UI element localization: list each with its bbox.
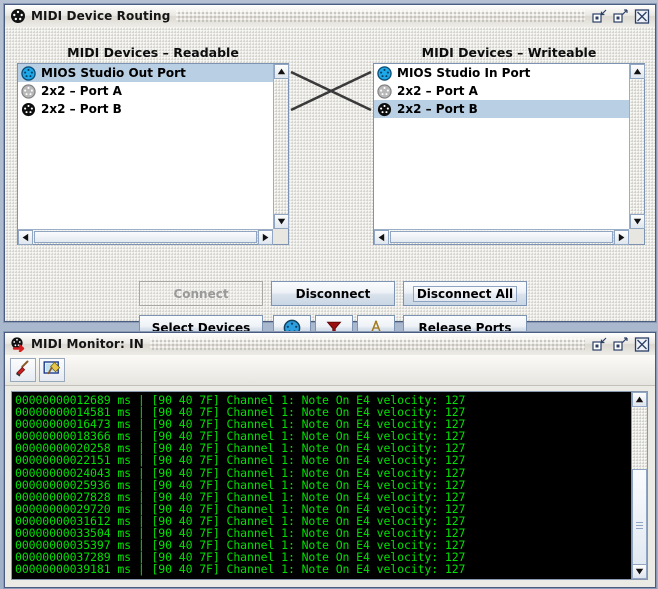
midi-din-black-icon bbox=[377, 102, 392, 117]
midi-din-blue-icon bbox=[377, 65, 392, 81]
midi-log-console[interactable]: 00000000012689 ms | [90 40 7F] Channel 1… bbox=[11, 391, 648, 580]
desktop-background: MIDI Device Routing MIDI Devices – Reada… bbox=[0, 0, 658, 589]
list-item[interactable]: MIOS Studio In Port bbox=[374, 64, 629, 82]
list-item[interactable]: MIOS Studio Out Port bbox=[18, 64, 273, 82]
connect-button: Connect bbox=[139, 281, 263, 306]
scroll-down-button[interactable] bbox=[274, 214, 289, 229]
midi-in-arrow-icon bbox=[10, 336, 26, 353]
scroll-track[interactable] bbox=[389, 230, 614, 244]
list-item-label: 2x2 – Port A bbox=[41, 84, 122, 98]
log-line: 00000000039181 ms | [90 40 7F] Channel 1… bbox=[15, 562, 466, 577]
scroll-track[interactable] bbox=[274, 79, 288, 214]
scrollbar-corner bbox=[273, 229, 288, 244]
monitor-titlebar[interactable]: MIDI Monitor: IN bbox=[5, 333, 655, 356]
scroll-left-button[interactable] bbox=[18, 230, 33, 245]
log-line: 00000000024043 ms | [90 40 7F] Channel 1… bbox=[15, 465, 466, 480]
routing-titlebar[interactable]: MIDI Device Routing bbox=[5, 5, 655, 28]
scroll-down-button[interactable] bbox=[632, 564, 647, 579]
monitor-body: 00000000012689 ms | [90 40 7F] Channel 1… bbox=[5, 355, 655, 587]
readable-list-items[interactable]: MIOS Studio Out Port 2x2 – Port A 2x2 – … bbox=[18, 64, 273, 229]
scroll-right-button[interactable] bbox=[258, 230, 273, 245]
list-item-label: 2x2 – Port A bbox=[397, 84, 478, 98]
midi-log-lines: 00000000012689 ms | [90 40 7F] Channel 1… bbox=[12, 392, 631, 579]
writeable-heading: MIDI Devices – Writeable bbox=[421, 45, 597, 60]
writeable-list-items[interactable]: MIOS Studio In Port 2x2 – Port A 2x2 – P… bbox=[374, 64, 629, 229]
list-item-label: 2x2 – Port B bbox=[397, 102, 478, 116]
monitor-toolbar bbox=[5, 355, 655, 386]
list-item-label: MIOS Studio Out Port bbox=[41, 66, 186, 80]
list-item-label: MIOS Studio In Port bbox=[397, 66, 531, 80]
midi-din-blue-icon bbox=[21, 65, 36, 81]
routing-body: MIDI Devices – Readable MIDI Devices – W… bbox=[5, 27, 655, 340]
list-item[interactable]: 2x2 – Port B bbox=[18, 100, 273, 118]
midi-device-routing-window: MIDI Device Routing MIDI Devices – Reada… bbox=[4, 4, 656, 340]
midi-din-gray-icon bbox=[21, 83, 36, 99]
scroll-up-button[interactable] bbox=[630, 64, 645, 79]
close-button[interactable] bbox=[633, 336, 650, 352]
list-item[interactable]: 2x2 – Port A bbox=[18, 82, 273, 100]
disconnect-all-button[interactable]: Disconnect All bbox=[403, 281, 527, 306]
monitor-title: MIDI Monitor: IN bbox=[31, 337, 144, 351]
maximize-button[interactable] bbox=[612, 9, 629, 24]
scroll-track[interactable] bbox=[630, 79, 644, 214]
scroll-thumb[interactable] bbox=[632, 469, 647, 577]
log-line: 00000000022151 ms | [90 40 7F] Channel 1… bbox=[15, 453, 466, 468]
disconnect-button[interactable]: Disconnect bbox=[271, 281, 395, 306]
writeable-device-list[interactable]: MIOS Studio In Port 2x2 – Port A 2x2 – P… bbox=[373, 63, 645, 245]
scroll-thumb[interactable] bbox=[390, 231, 613, 243]
scroll-thumb-grip bbox=[636, 520, 643, 531]
writeable-horizontal-scrollbar[interactable] bbox=[374, 229, 629, 245]
readable-vertical-scrollbar[interactable] bbox=[273, 64, 289, 229]
midi-din-icon bbox=[10, 8, 26, 24]
titlebar-texture bbox=[176, 10, 585, 22]
list-item[interactable]: 2x2 – Port A bbox=[374, 82, 629, 100]
restore-down-button[interactable] bbox=[591, 9, 608, 24]
readable-horizontal-scrollbar[interactable] bbox=[18, 229, 273, 245]
scroll-up-button[interactable] bbox=[274, 64, 289, 79]
scroll-right-button[interactable] bbox=[614, 230, 629, 245]
midi-monitor-window: MIDI Monitor: IN 00000000012689 ms | [90… bbox=[4, 332, 656, 588]
clear-window-icon bbox=[43, 359, 61, 381]
readable-heading: MIDI Devices – Readable bbox=[67, 45, 239, 60]
close-button[interactable] bbox=[633, 8, 650, 24]
scroll-up-button[interactable] bbox=[632, 392, 647, 407]
midi-din-black-icon bbox=[21, 102, 36, 117]
list-item-label: 2x2 – Port B bbox=[41, 102, 122, 116]
routing-title: MIDI Device Routing bbox=[31, 9, 171, 23]
monitor-vertical-scrollbar[interactable] bbox=[631, 392, 647, 579]
scroll-thumb[interactable] bbox=[34, 231, 257, 243]
routing-connection-lines bbox=[290, 70, 372, 112]
midi-din-gray-icon bbox=[377, 83, 392, 99]
log-line: 00000000025936 ms | [90 40 7F] Channel 1… bbox=[15, 477, 466, 492]
scrollbar-corner bbox=[629, 229, 644, 244]
scroll-left-button[interactable] bbox=[374, 230, 389, 245]
restore-down-button[interactable] bbox=[591, 337, 608, 352]
broom-icon bbox=[14, 359, 32, 381]
scroll-track[interactable] bbox=[632, 407, 647, 577]
titlebar-texture bbox=[149, 338, 585, 350]
clear-broom-button[interactable] bbox=[10, 358, 36, 382]
maximize-button[interactable] bbox=[612, 337, 629, 352]
writeable-vertical-scrollbar[interactable] bbox=[629, 64, 645, 229]
routing-titlebar-buttons bbox=[591, 8, 653, 24]
scroll-track[interactable] bbox=[33, 230, 258, 244]
readable-device-list[interactable]: MIOS Studio Out Port 2x2 – Port A 2x2 – … bbox=[17, 63, 289, 245]
monitor-titlebar-buttons bbox=[591, 336, 653, 352]
list-item[interactable]: 2x2 – Port B bbox=[374, 100, 629, 118]
clear-window-button[interactable] bbox=[39, 358, 65, 382]
scroll-down-button[interactable] bbox=[630, 214, 645, 229]
